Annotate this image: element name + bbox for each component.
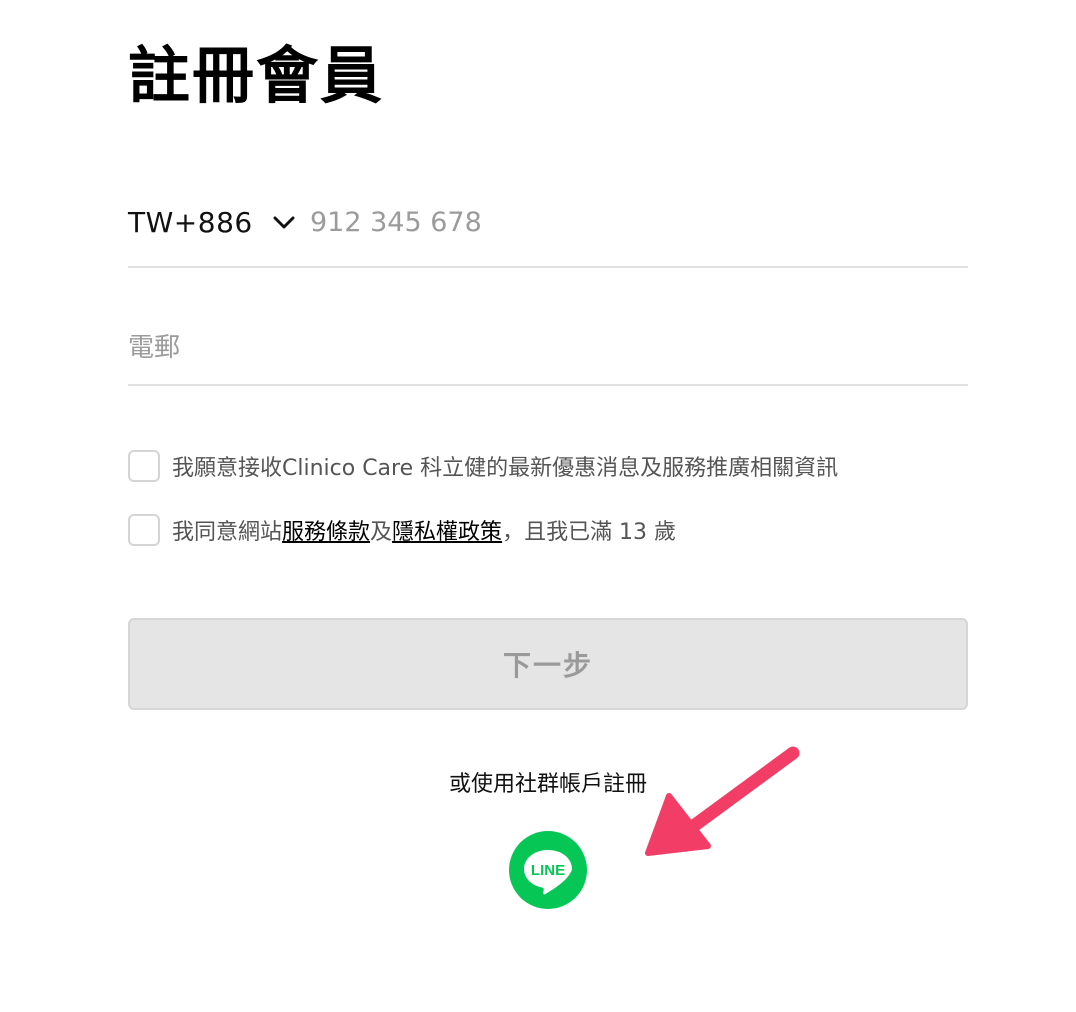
terms-consent-row: 我同意網站 服務條款及隱私權政策 ，且我已滿 13 歲 bbox=[128, 514, 676, 546]
line-icon: LINE bbox=[509, 831, 587, 909]
social-signup-label: 或使用社群帳戶註冊 bbox=[448, 772, 647, 797]
marketing-consent-checkbox[interactable] bbox=[128, 450, 160, 482]
privacy-policy-link[interactable]: 隱私權政策 bbox=[392, 514, 502, 546]
phone-number-input[interactable] bbox=[310, 198, 950, 246]
terms-of-service-link[interactable]: 服務條款 bbox=[282, 514, 370, 546]
terms-consent-suffix: ，且我已滿 13 歲 bbox=[502, 520, 677, 545]
country-code-value: TW+886 bbox=[128, 205, 253, 239]
email-input[interactable] bbox=[128, 324, 948, 372]
page-title: 註冊會員 bbox=[128, 39, 385, 112]
marketing-consent-row: 我願意接收Clinico Care 科立健的最新優惠消息及服務推廣相關資訊 bbox=[128, 450, 838, 482]
marketing-consent-label: 我願意接收Clinico Care 科立健的最新優惠消息及服務推廣相關資訊 bbox=[172, 456, 839, 481]
line-login-button[interactable]: LINE bbox=[509, 831, 587, 909]
annotation-arrow-icon bbox=[645, 746, 800, 856]
country-code-select[interactable]: TW+886 bbox=[128, 202, 297, 242]
terms-consent-and: 及 bbox=[370, 520, 393, 545]
email-field-row bbox=[128, 312, 968, 386]
terms-consent-checkbox[interactable] bbox=[128, 514, 160, 546]
line-icon-text: LINE bbox=[531, 862, 565, 879]
phone-field-row: TW+886 bbox=[128, 176, 968, 268]
chevron-down-icon bbox=[271, 209, 297, 235]
terms-consent-prefix: 我同意網站 bbox=[172, 520, 283, 545]
next-step-button[interactable]: 下一步 bbox=[128, 618, 968, 710]
